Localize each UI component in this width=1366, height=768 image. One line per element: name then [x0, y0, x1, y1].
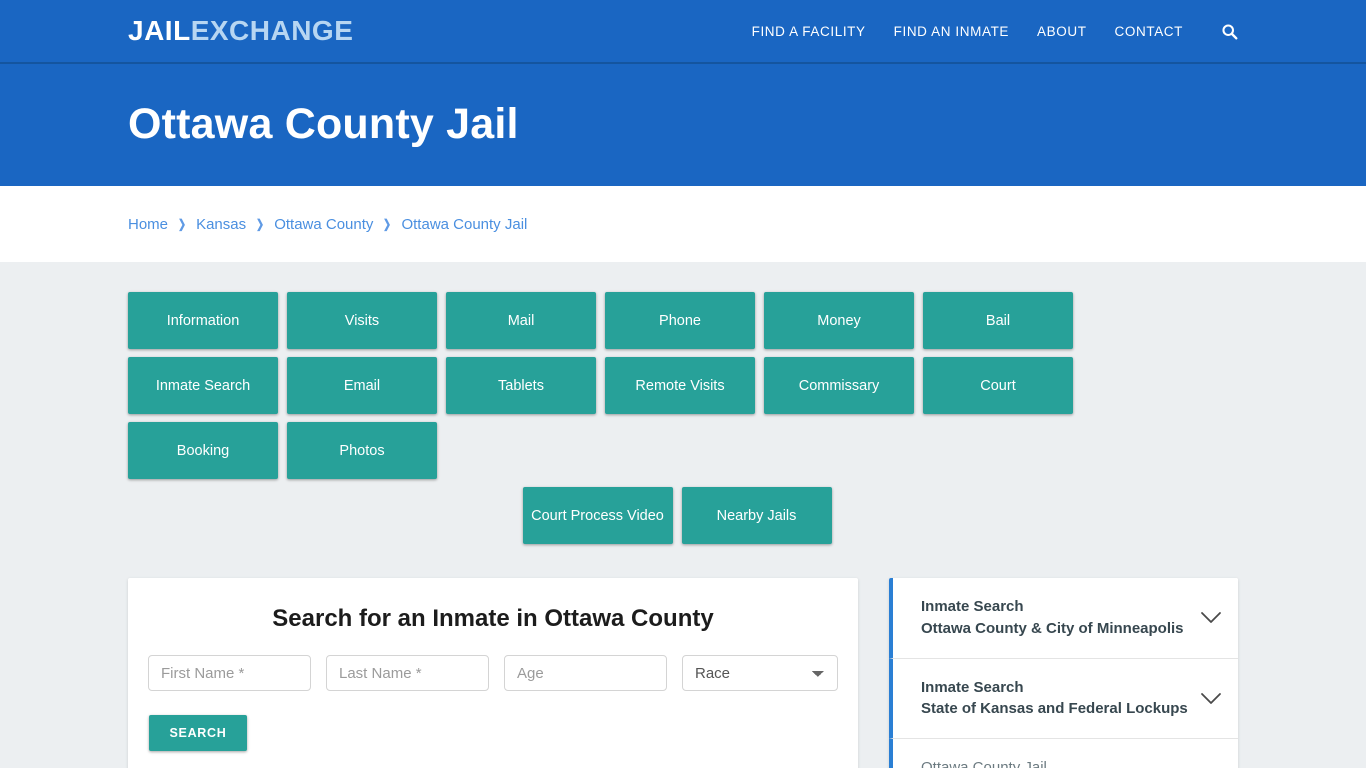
section-button-court[interactable]: Court	[923, 357, 1073, 414]
first-name-input[interactable]	[148, 655, 311, 691]
breadcrumb-separator-icon: ❯	[256, 217, 265, 231]
right-sidebar: Inmate Search Ottawa County & City of Mi…	[889, 578, 1238, 768]
breadcrumb-separator-icon: ❯	[383, 217, 392, 231]
accordion-item-text: Inmate Search Ottawa County & City of Mi…	[921, 596, 1190, 640]
accordion-item-line1: Inmate Search	[921, 678, 1024, 696]
section-button-visits[interactable]: Visits	[287, 292, 437, 349]
section-button-information[interactable]: Information	[128, 292, 278, 349]
section-button-inmate-search[interactable]: Inmate Search	[128, 357, 278, 414]
accordion-item-line2: State of Kansas and Federal Lockups	[921, 700, 1188, 718]
accordion-item-line2: Ottawa County & City of Minneapolis	[921, 619, 1184, 637]
inmate-search-title: Search for an Inmate in Ottawa County	[272, 605, 714, 632]
breadcrumb-item-home[interactable]: Home	[128, 216, 168, 233]
age-input[interactable]	[504, 655, 667, 691]
inmate-search-card: Search for an Inmate in Ottawa County Ra…	[128, 578, 858, 768]
breadcrumb: Home ❯ Kansas ❯ Ottawa County ❯ Ottawa C…	[128, 216, 527, 233]
accordion-item-text: Inmate Search State of Kansas and Federa…	[921, 677, 1190, 721]
search-icon[interactable]	[1221, 23, 1238, 40]
content-columns: Search for an Inmate in Ottawa County Ra…	[128, 578, 1238, 768]
breadcrumb-item-kansas[interactable]: Kansas	[196, 216, 246, 233]
facility-section-buttons-row-3: Court Process Video Nearby Jails	[128, 487, 1226, 544]
site-logo[interactable]: JAILEXCHANGE	[128, 17, 353, 45]
sidebar-accordion: Inmate Search Ottawa County & City of Mi…	[889, 578, 1238, 768]
race-select[interactable]: Race	[682, 655, 838, 691]
nav-link-find-an-inmate[interactable]: FIND AN INMATE	[894, 24, 1009, 39]
section-button-remote-visits[interactable]: Remote Visits	[605, 357, 755, 414]
section-button-booking[interactable]: Booking	[128, 422, 278, 479]
section-button-bail[interactable]: Bail	[923, 292, 1073, 349]
section-button-commissary[interactable]: Commissary	[764, 357, 914, 414]
accordion-item-line1: Inmate Search	[921, 598, 1024, 615]
section-button-court-process-video[interactable]: Court Process Video	[522, 487, 673, 544]
chevron-down-icon[interactable]	[1200, 692, 1222, 705]
section-button-email[interactable]: Email	[287, 357, 437, 414]
top-navigation-bar: JAILEXCHANGE FIND A FACILITY FIND AN INM…	[0, 0, 1366, 64]
nav-link-about[interactable]: ABOUT	[1037, 24, 1087, 39]
section-button-money[interactable]: Money	[764, 292, 914, 349]
section-button-phone[interactable]: Phone	[605, 292, 755, 349]
breadcrumb-item-ottawa-county[interactable]: Ottawa County	[274, 216, 373, 233]
nav-link-find-a-facility[interactable]: FIND A FACILITY	[752, 24, 866, 39]
accordion-item-inmate-search-county[interactable]: Inmate Search Ottawa County & City of Mi…	[889, 578, 1238, 659]
page-content: Information Visits Mail Phone Money Bail…	[0, 262, 1366, 768]
breadcrumb-item-ottawa-county-jail[interactable]: Ottawa County Jail	[401, 216, 527, 233]
logo-text-secondary: EXCHANGE	[190, 15, 354, 46]
nav-link-contact[interactable]: CONTACT	[1115, 24, 1183, 39]
accordion-item-text: Ottawa County Jail Contact Information	[921, 757, 1190, 768]
accordion-item-contact-information[interactable]: Ottawa County Jail Contact Information	[889, 739, 1238, 768]
section-button-tablets[interactable]: Tablets	[446, 357, 596, 414]
accordion-item-inmate-search-state[interactable]: Inmate Search State of Kansas and Federa…	[889, 658, 1238, 739]
page-hero: Ottawa County Jail	[0, 64, 1366, 186]
section-button-nearby-jails[interactable]: Nearby Jails	[681, 487, 832, 544]
section-button-photos[interactable]: Photos	[287, 422, 437, 479]
left-column: Search for an Inmate in Ottawa County Ra…	[128, 578, 858, 768]
breadcrumb-band: Home ❯ Kansas ❯ Ottawa County ❯ Ottawa C…	[0, 186, 1366, 262]
breadcrumb-separator-icon: ❯	[178, 217, 187, 231]
page-title: Ottawa County Jail	[128, 100, 519, 149]
search-submit-button[interactable]: SEARCH	[149, 715, 247, 751]
main-menu: FIND A FACILITY FIND AN INMATE ABOUT CON…	[752, 23, 1238, 40]
section-button-mail[interactable]: Mail	[446, 292, 596, 349]
last-name-input[interactable]	[326, 655, 489, 691]
inmate-search-fields: Race	[148, 655, 838, 691]
facility-section-buttons: Information Visits Mail Phone Money Bail…	[128, 262, 1226, 479]
accordion-item-line1: Ottawa County Jail	[921, 759, 1047, 768]
chevron-down-icon[interactable]	[1200, 611, 1222, 624]
logo-text-primary: JAIL	[128, 15, 191, 46]
